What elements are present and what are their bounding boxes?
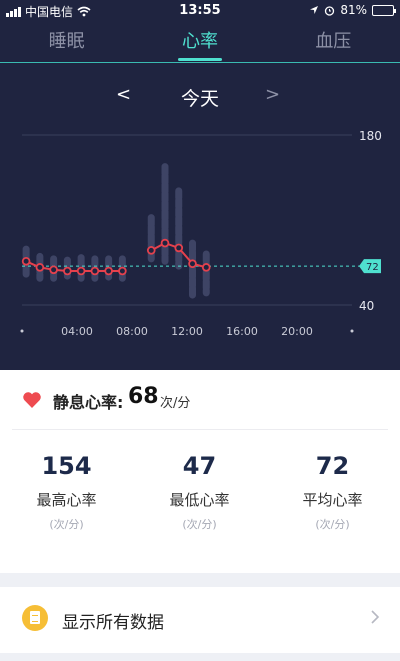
tab-blood-pressure[interactable]: 血压 [267, 22, 400, 62]
heart-rate-stats: 154 最高心率 (次/分) 47 最低心率 (次/分) 72 平均心率 (次/… [0, 430, 400, 573]
x-axis-start-dot [20, 329, 24, 333]
heart-rate-chart: 180 40 72 04:00 08:00 12:00 16:00 20:00 [20, 129, 382, 338]
resting-value: 68 [128, 384, 159, 409]
x-tick-label: 08:00 [116, 325, 148, 338]
resting-heart-rate: 静息心率: 68 次/分 [0, 370, 400, 430]
section-gap [0, 573, 400, 587]
stat-max: 154 最高心率 (次/分) [0, 430, 133, 532]
resting-unit: 次/分 [160, 396, 191, 411]
heart-rate-point [90, 266, 100, 276]
stat-min: 47 最低心率 (次/分) [133, 430, 266, 532]
y-tick-label: 180 [359, 129, 382, 143]
status-bar: 中国电信 13:55 81% [0, 0, 400, 22]
stat-max-label: 最高心率 [36, 491, 97, 509]
stat-min-value: 47 [182, 452, 217, 480]
show-all-data-label: 显示所有数据 [62, 613, 164, 633]
heart-rate-point [104, 266, 113, 276]
battery-icon [372, 4, 396, 16]
heart-rate-point [49, 265, 58, 275]
chevron-right-icon [371, 610, 380, 624]
stat-avg-value: 72 [315, 452, 350, 480]
heart-rate-point [146, 246, 156, 255]
x-tick-label: 12:00 [171, 325, 203, 338]
alarm-icon [325, 5, 335, 16]
stat-avg: 72 平均心率 (次/分) [266, 430, 399, 532]
stat-avg-label: 平均心率 [302, 491, 363, 509]
resting-label: 静息心率: [53, 393, 124, 412]
heart-icon [23, 392, 41, 408]
heart-rate-point [35, 263, 45, 272]
stat-min-label: 最低心率 [169, 491, 230, 509]
x-axis-end-dot [350, 329, 354, 333]
average-badge-label: 72 [366, 262, 379, 273]
x-tick-label: 20:00 [281, 325, 313, 338]
heart-rate-point [201, 263, 211, 272]
heart-rate-point [174, 243, 184, 253]
date-navigator: < 今天 > [0, 84, 400, 116]
location-icon [310, 6, 319, 14]
document-icon [22, 605, 48, 631]
next-day-button[interactable]: > [265, 84, 280, 105]
y-tick-label: 40 [359, 299, 374, 313]
heart-rate-point [118, 266, 127, 276]
bottom-strip [0, 653, 400, 661]
tab-heart-rate[interactable]: 心率 [133, 22, 266, 62]
heart-rate-point [160, 238, 170, 248]
tab-bar: 睡眠 心率 血压 [0, 22, 400, 62]
show-all-data-row[interactable]: 显示所有数据 [0, 587, 400, 653]
tab-sleep[interactable]: 睡眠 [0, 22, 133, 62]
x-tick-label: 16:00 [226, 325, 258, 338]
heart-rate-point [188, 259, 197, 269]
stat-max-value: 154 [41, 452, 92, 480]
stat-min-unit: (次/分) [182, 518, 217, 531]
tab-divider [0, 62, 400, 63]
stat-avg-unit: (次/分) [315, 518, 350, 531]
heart-rate-point [76, 266, 86, 276]
x-tick-label: 04:00 [61, 325, 93, 338]
heart-rate-point [63, 266, 72, 276]
stat-max-unit: (次/分) [49, 518, 84, 531]
battery-percent: 81% [340, 3, 367, 17]
date-label: 今天 [180, 88, 219, 110]
heart-rate-point [21, 256, 31, 266]
